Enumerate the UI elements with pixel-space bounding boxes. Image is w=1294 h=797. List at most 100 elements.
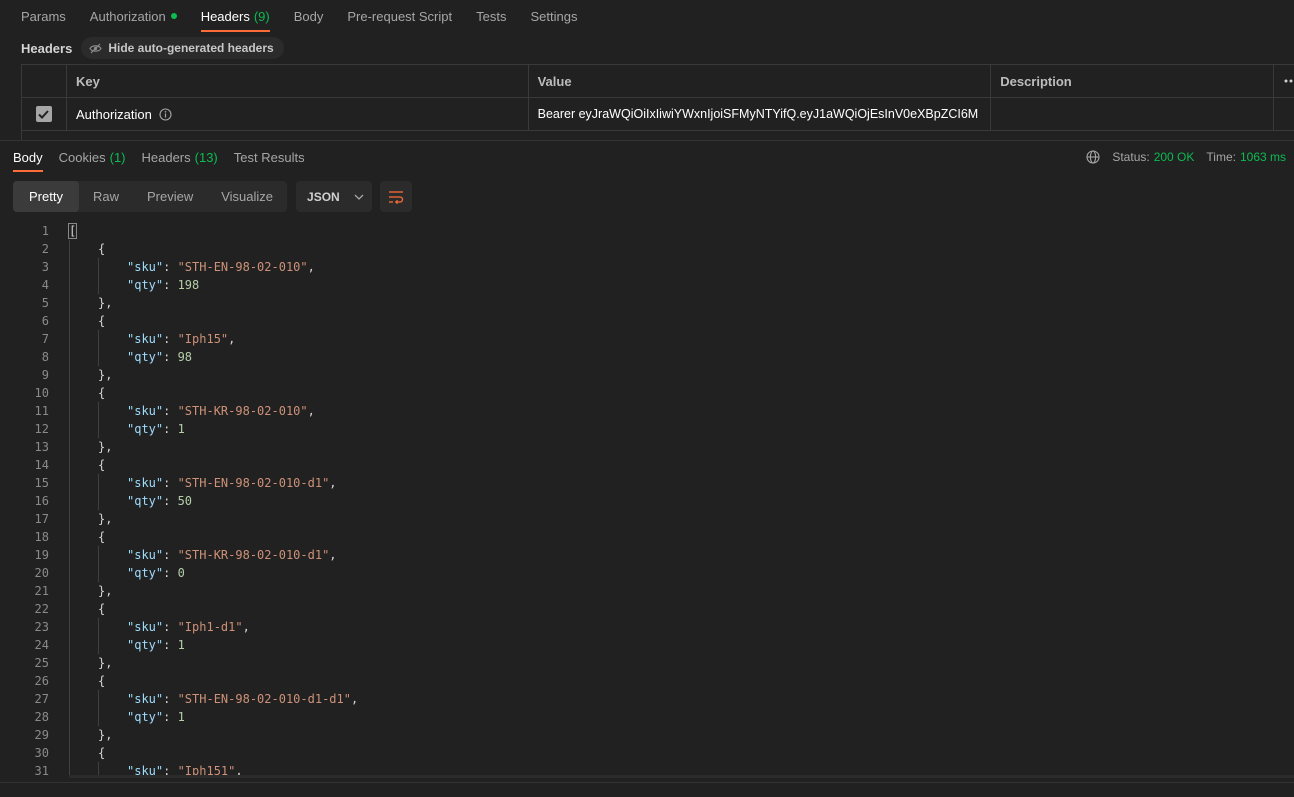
json-punctuation: }, — [98, 440, 113, 454]
json-key: "qty" — [127, 566, 164, 580]
json-punctuation: , — [307, 404, 315, 418]
code-line: 10 { — [0, 384, 1294, 402]
headers-table: Key Value Description Authorization Bear… — [21, 64, 1294, 140]
json-string: "STH-EN-98-02-010-d1-d1" — [177, 692, 351, 706]
json-punctuation: : — [163, 566, 178, 580]
response-divider[interactable] — [0, 140, 1294, 141]
json-punctuation: { — [98, 458, 106, 472]
request-tabs: Params Authorization Headers (9) Body Pre… — [0, 0, 1294, 32]
code-text: }, — [98, 296, 112, 310]
response-tab-cookies[interactable]: Cookies (1) — [59, 142, 126, 172]
wrap-lines-icon — [389, 190, 404, 204]
json-key: "qty" — [127, 710, 164, 724]
code-text: { — [98, 674, 105, 688]
code-line: 2{ — [0, 240, 1294, 258]
cookies-count-badge: (1) — [109, 149, 126, 165]
code-text: "qty": 1 — [127, 638, 185, 652]
format-dropdown[interactable]: JSON — [296, 181, 373, 212]
response-tab-headers[interactable]: Headers (13) — [142, 142, 218, 172]
view-visualize-button[interactable]: Visualize — [207, 181, 287, 212]
table-header-row: Key Value Description — [22, 65, 1294, 98]
tab-pre-request-script[interactable]: Pre-request Script — [347, 0, 452, 32]
code-line: 27 "sku": "STH-EN-98-02-010-d1-d1", — [0, 690, 1294, 708]
status-value[interactable]: 200 OK — [1154, 150, 1195, 164]
globe-icon[interactable] — [1086, 150, 1100, 164]
line-number: 24 — [34, 638, 49, 652]
line-number: 6 — [41, 314, 49, 328]
horizontal-scrollbar[interactable] — [69, 775, 1294, 778]
view-raw-button[interactable]: Raw — [79, 181, 133, 212]
json-string: "STH-KR-98-02-010" — [177, 404, 308, 418]
hide-auto-generated-headers-button[interactable]: Hide auto-generated headers — [81, 37, 284, 59]
json-punctuation: { — [98, 314, 106, 328]
row-extra-cell — [1274, 98, 1294, 130]
json-key: "qty" — [127, 422, 164, 436]
wrap-lines-button[interactable] — [380, 181, 413, 212]
line-number: 28 — [34, 710, 49, 724]
tab-authorization[interactable]: Authorization — [90, 0, 177, 32]
line-number: 8 — [41, 350, 49, 364]
tab-tests[interactable]: Tests — [476, 0, 506, 32]
json-number: 98 — [177, 350, 193, 364]
code-line: 13}, — [0, 438, 1294, 456]
code-text: "sku": "STH-EN-98-02-010", — [127, 260, 315, 274]
header-value-cell[interactable]: Bearer eyJraWQiOiIxIiwiYWxnIjoiSFMyNTYif… — [529, 98, 992, 130]
code-line: 26 { — [0, 672, 1294, 690]
json-punctuation: { — [98, 386, 106, 400]
tab-label: Pre-request Script — [347, 8, 453, 24]
json-number: 0 — [177, 566, 185, 580]
code-line: 7 "sku": "Iph15", — [0, 330, 1294, 348]
code-text: "sku": "Iph1-d1", — [127, 620, 250, 634]
code-line: 25}, — [0, 654, 1294, 672]
json-key: "sku" — [127, 548, 164, 562]
json-string: "STH-EN-98-02-010" — [177, 260, 308, 274]
json-punctuation: : — [163, 476, 178, 490]
json-punctuation: }, — [98, 728, 113, 742]
tab-params[interactable]: Params — [21, 0, 66, 32]
code-text: { — [98, 458, 105, 472]
code-text: "qty": 198 — [127, 278, 199, 292]
json-punctuation: { — [98, 746, 106, 760]
code-text: { — [98, 314, 105, 328]
code-line: 8 "qty": 98 — [0, 348, 1294, 366]
response-tab-body[interactable]: Body — [13, 142, 43, 172]
tab-settings[interactable]: Settings — [530, 0, 577, 32]
tab-label: Test Results — [233, 149, 305, 165]
response-body-editor[interactable]: 1[2{3 "sku": "STH-EN-98-02-010", 4 "qty": 1… — [0, 222, 1294, 778]
tab-body[interactable]: Body — [294, 0, 324, 32]
json-punctuation: { — [98, 242, 106, 256]
code-line: 17}, — [0, 510, 1294, 528]
chevron-down-icon — [354, 194, 364, 200]
view-preview-button[interactable]: Preview — [133, 181, 207, 212]
headers-toolbar: Headers Hide auto-generated headers — [21, 36, 284, 60]
line-number: 30 — [34, 746, 49, 760]
header-key-cell[interactable]: Authorization — [67, 98, 529, 130]
tab-headers[interactable]: Headers (9) — [200, 0, 270, 32]
tab-label: Params — [21, 8, 66, 24]
checkbox-checked-icon[interactable] — [35, 106, 52, 122]
response-tab-test-results[interactable]: Test Results — [234, 142, 305, 172]
time-value[interactable]: 1063 ms — [1240, 150, 1286, 164]
json-key: "sku" — [127, 260, 164, 274]
header-description-cell[interactable] — [991, 98, 1275, 130]
json-punctuation: { — [98, 602, 106, 616]
tab-label: Tests — [476, 8, 507, 24]
json-key: "sku" — [127, 332, 164, 346]
line-number: 1 — [41, 224, 49, 238]
more-icon[interactable] — [1274, 65, 1294, 97]
eye-off-icon — [89, 43, 103, 53]
code-text: { — [98, 386, 105, 400]
format-value: JSON — [307, 189, 340, 204]
code-line: 24 "qty": 1 — [0, 636, 1294, 654]
line-number: 27 — [34, 692, 49, 706]
code-text: }, — [98, 368, 112, 382]
info-icon[interactable] — [159, 107, 172, 121]
header-key-text: Authorization — [75, 106, 152, 122]
json-key: "qty" — [127, 350, 164, 364]
view-pretty-button[interactable]: Pretty — [13, 181, 79, 212]
json-punctuation: [ — [67, 223, 78, 239]
time-label: Time: — [1206, 150, 1236, 164]
code-line: 12 "qty": 1 — [0, 420, 1294, 438]
header-value-text: Bearer eyJraWQiOiIxIiwiYWxnIjoiSFMyNTYif… — [537, 107, 979, 121]
tab-label: Headers — [200, 8, 250, 24]
